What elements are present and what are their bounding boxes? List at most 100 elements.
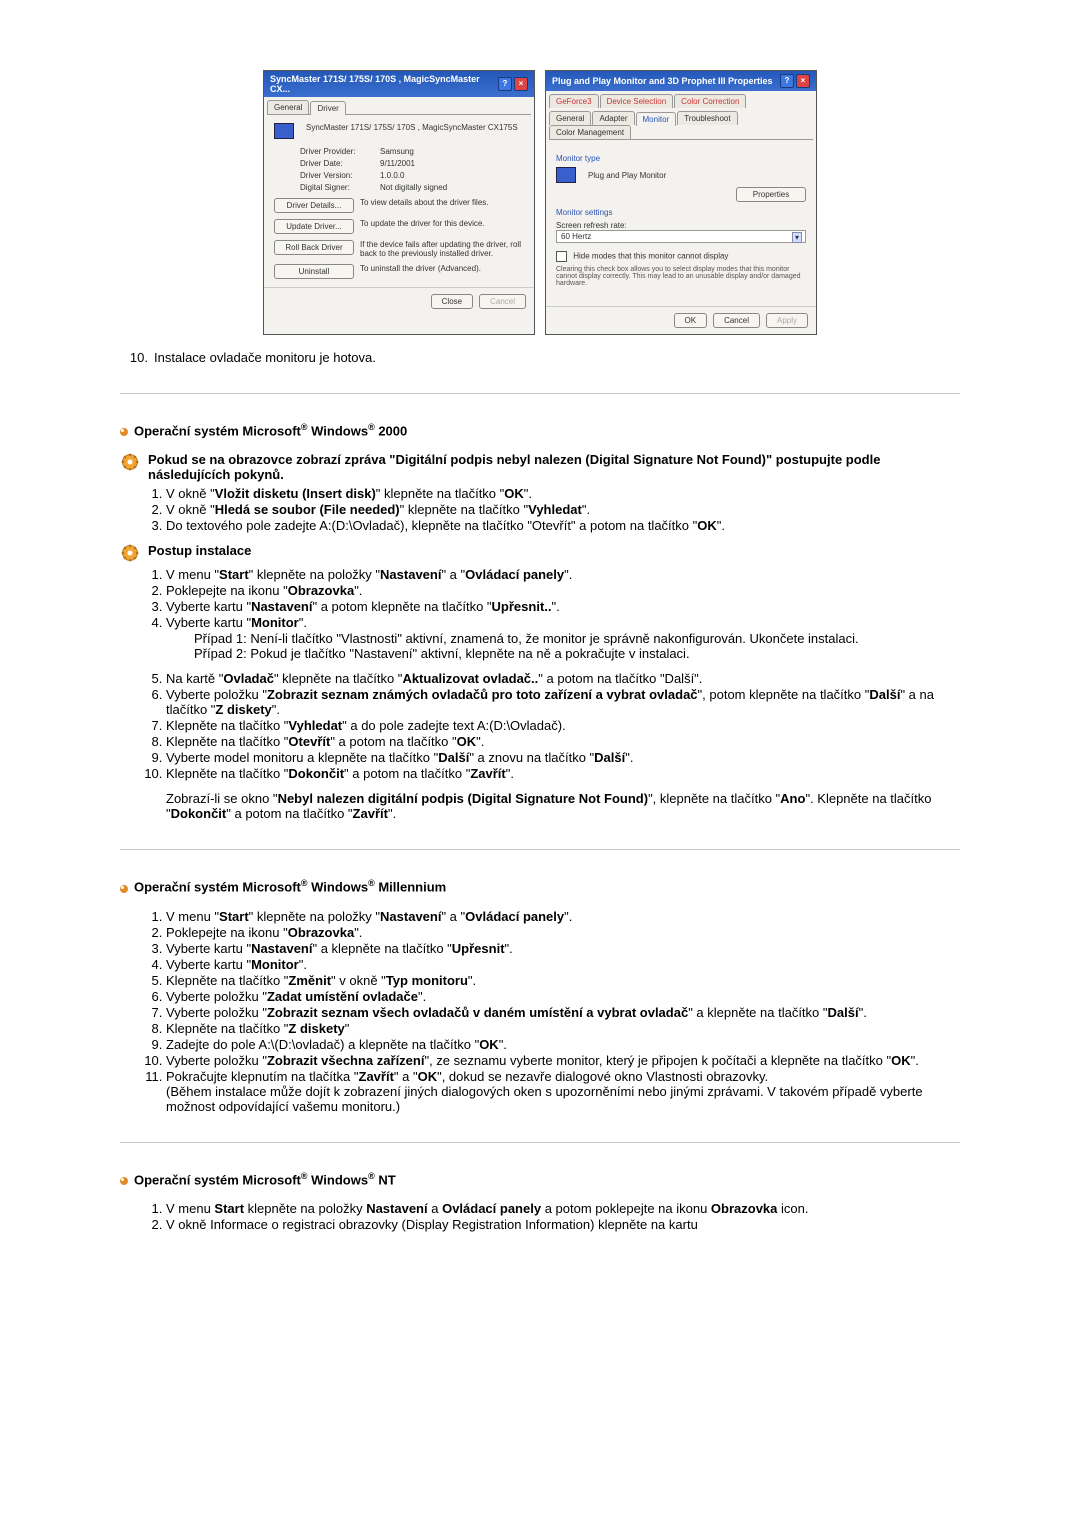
close-button[interactable]: Close (431, 294, 473, 309)
rollback-driver-button[interactable]: Roll Back Driver (274, 240, 354, 255)
prop-window-footer: OK Cancel Apply (546, 306, 816, 334)
row-provider: Driver Provider: Samsung (300, 147, 524, 156)
monitor-icon (274, 123, 294, 139)
uninstall-desc: To uninstall the driver (Advanced). (360, 264, 524, 273)
tab-color-management[interactable]: Color Management (549, 125, 631, 139)
driver-details-desc: To view details about the driver files. (360, 198, 524, 207)
display-properties-window: Plug and Play Monitor and 3D Prophet III… (545, 70, 817, 335)
ok-button[interactable]: OK (674, 313, 708, 328)
winme-steps: V menu "Start" klepněte na položky "Nast… (148, 909, 960, 1114)
list-item: Pokračujte klepnutím na tlačítka "Zavřít… (166, 1069, 960, 1114)
winnt-steps: V menu Start klepněte na položky Nastave… (148, 1201, 960, 1232)
win2000-case2: Případ 2: Pokud je tlačítko "Nastavení" … (194, 646, 960, 661)
rollback-driver-desc: If the device fails after updating the d… (360, 240, 524, 258)
win2000-tail: Zobrazí-li se okno "Nebyl nalezen digitá… (166, 791, 960, 821)
list-item: Klepněte na tlačítko "Otevřít" a potom n… (166, 734, 960, 749)
refresh-rate-label: Screen refresh rate: (556, 221, 806, 230)
heading-winnt: Operační systém Microsoft® Windows® NT (120, 1171, 960, 1187)
driver-window-footer: Close Cancel (264, 287, 534, 315)
list-item: Vyberte kartu "Monitor". (166, 615, 960, 630)
update-driver-desc: To update the driver for this device. (360, 219, 524, 228)
uninstall-button[interactable]: Uninstall (274, 264, 354, 279)
monitor-settings-head: Monitor settings (556, 208, 806, 217)
update-driver-button[interactable]: Update Driver... (274, 219, 354, 234)
driver-window-body: SyncMaster 171S/ 175S/ 170S , MagicSyncM… (264, 115, 534, 287)
monitor-type-value: Plug and Play Monitor (588, 171, 806, 180)
win2000-warn-steps: V okně "Vložit disketu (Insert disk)" kl… (148, 486, 960, 533)
heading-win2000-text: Operační systém Microsoft® Windows® 2000 (134, 422, 407, 438)
monitor-icon (556, 167, 576, 183)
win2000-install-head-row: Postup instalace (120, 543, 960, 563)
driver-properties-window: SyncMaster 171S/ 175S/ 170S , MagicSyncM… (263, 70, 535, 335)
tab-general[interactable]: General (549, 111, 591, 125)
list-item: Poklepejte na ikonu "Obrazovka". (166, 583, 960, 598)
row-date: Driver Date: 9/11/2001 (300, 159, 524, 168)
help-icon[interactable]: ? (498, 77, 512, 91)
prop-window-body: Monitor type Plug and Play Monitor Prope… (546, 140, 816, 306)
list-item: V okně "Hledá se soubor (File needed)" k… (166, 502, 960, 517)
tab-geforce[interactable]: GeForce3 (549, 94, 599, 108)
heading-winme-text: Operační systém Microsoft® Windows® Mill… (134, 878, 446, 894)
cancel-button[interactable]: Cancel (713, 313, 760, 328)
driver-tabs: General Driver (267, 100, 531, 115)
list-item: Do textového pole zadejte A:(D:\Ovladač)… (166, 518, 960, 533)
list-item: V menu "Start" klepněte na položky "Nast… (166, 909, 960, 924)
list-item: Vyberte kartu "Nastavení" a potom klepně… (166, 599, 960, 614)
row-signer: Digital Signer: Not digitally signed (300, 183, 524, 192)
row-version: Driver Version: 1.0.0.0 (300, 171, 524, 180)
list-item: Vyberte položku "Zobrazit seznam všech o… (166, 1005, 960, 1020)
driver-window-title: SyncMaster 171S/ 175S/ 170S , MagicSyncM… (270, 74, 498, 94)
win2000-warning: Pokud se na obrazovce zobrazí zpráva "Di… (120, 452, 960, 482)
list-item: Klepněte na tlačítko "Dokončit" a potom … (166, 766, 960, 781)
monitor-properties-button[interactable]: Properties (736, 187, 806, 202)
win2000-warning-text: Pokud se na obrazovce zobrazí zpráva "Di… (148, 452, 960, 482)
heading-win2000: Operační systém Microsoft® Windows® 2000 (120, 422, 960, 438)
bullet-icon (120, 885, 128, 893)
list-item: V menu "Start" klepněte na položky "Nast… (166, 567, 960, 582)
list-item: Klepněte na tlačítko "Vyhledat" a do pol… (166, 718, 960, 733)
list-item: V okně Informace o registraci obrazovky … (166, 1217, 960, 1232)
tab-adapter[interactable]: Adapter (592, 111, 634, 125)
heading-winme: Operační systém Microsoft® Windows® Mill… (120, 878, 960, 894)
tab-driver[interactable]: Driver (310, 101, 345, 115)
screenshot-row: SyncMaster 171S/ 175S/ 170S , MagicSyncM… (0, 70, 1080, 335)
driver-details-button[interactable]: Driver Details... (274, 198, 354, 213)
tab-monitor[interactable]: Monitor (636, 112, 677, 126)
heading-winnt-text: Operační systém Microsoft® Windows® NT (134, 1171, 396, 1187)
tab-troubleshoot[interactable]: Troubleshoot (677, 111, 737, 125)
gear-icon (120, 543, 140, 563)
driver-window-titlebar: SyncMaster 171S/ 175S/ 170S , MagicSyncM… (264, 71, 534, 97)
list-item: Vyberte položku "Zobrazit všechna zaříze… (166, 1053, 960, 1068)
list-item: Poklepejte na ikonu "Obrazovka". (166, 925, 960, 940)
prop-tabs-row1: GeForce3 Device Selection Color Correcti… (549, 94, 813, 108)
monitor-type-head: Monitor type (556, 154, 806, 163)
list-item: V okně "Vložit disketu (Insert disk)" kl… (166, 486, 960, 501)
close-icon[interactable]: × (514, 77, 528, 91)
win2000-steps-b: Na kartě "Ovladač" klepněte na tlačítko … (148, 671, 960, 781)
list-item: Vyberte položku "Zobrazit seznam známých… (166, 687, 960, 717)
tab-device-selection[interactable]: Device Selection (600, 94, 674, 108)
prop-tabs-row2: General Adapter Monitor Troubleshoot Col… (549, 111, 813, 140)
list-item: Na kartě "Ovladač" klepněte na tlačítko … (166, 671, 960, 686)
hide-modes-checkbox[interactable] (556, 251, 567, 262)
refresh-rate-select[interactable]: 60 Hertz (556, 230, 806, 243)
apply-button: Apply (766, 313, 808, 328)
win2000-steps-a: V menu "Start" klepněte na položky "Nast… (148, 567, 960, 630)
tab-general[interactable]: General (267, 100, 309, 114)
list-item: V menu Start klepněte na položky Nastave… (166, 1201, 960, 1216)
separator (120, 1142, 960, 1143)
list-item: Vyberte kartu "Monitor". (166, 957, 960, 972)
list-item: Vyberte model monitoru a klepněte na tla… (166, 750, 960, 765)
separator (120, 849, 960, 850)
help-icon[interactable]: ? (780, 74, 794, 88)
gear-icon (120, 452, 140, 472)
window-controls: ? × (780, 74, 810, 88)
bullet-icon (120, 428, 128, 436)
hide-modes-label: Hide modes that this monitor cannot disp… (573, 252, 728, 261)
window-controls: ? × (498, 77, 528, 91)
list-item: Zadejte do pole A:\(D:\ovladač) a klepně… (166, 1037, 960, 1052)
list-item: Vyberte položku "Zadat umístění ovladače… (166, 989, 960, 1004)
bullet-icon (120, 1177, 128, 1185)
close-icon[interactable]: × (796, 74, 810, 88)
tab-color-correction[interactable]: Color Correction (674, 94, 746, 108)
